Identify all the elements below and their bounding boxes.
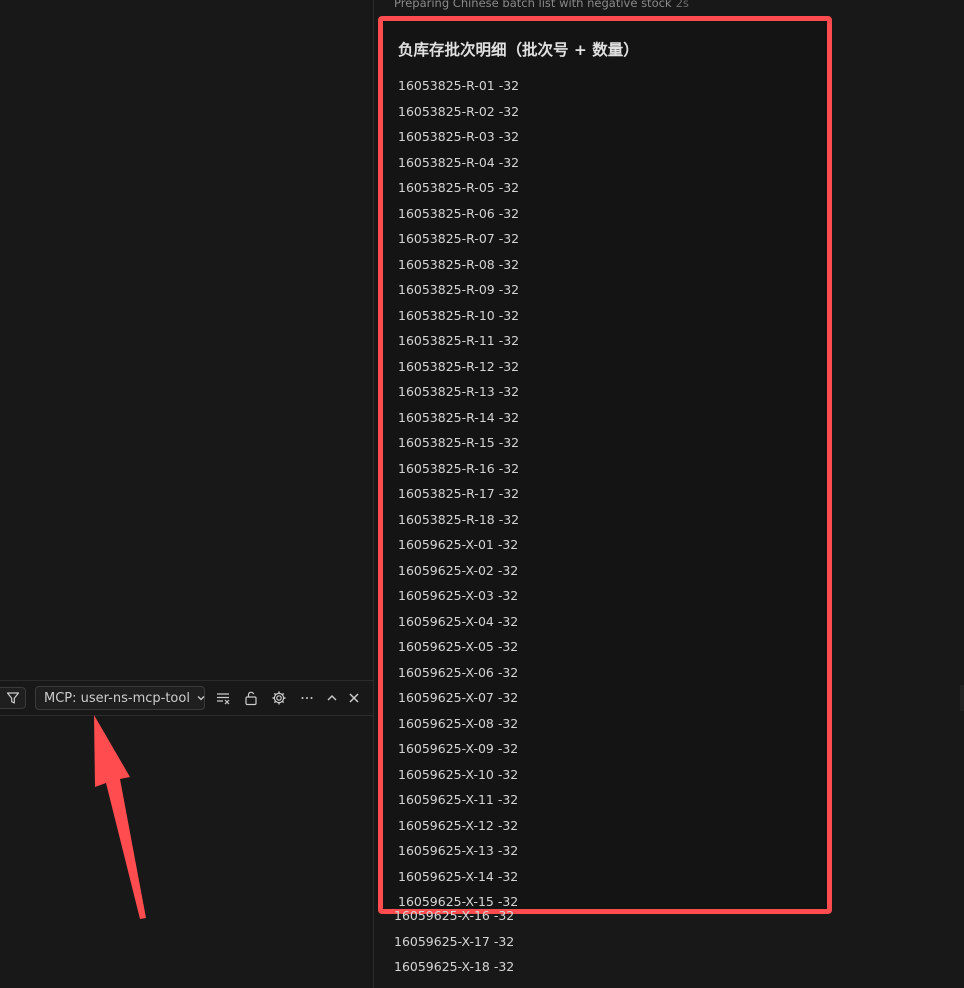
close-icon: [349, 693, 359, 703]
batch-list-item: 16053825-R-03 -32: [398, 129, 520, 144]
settings-button[interactable]: [270, 689, 288, 707]
batch-list-item: 16053825-R-02 -32: [398, 103, 520, 119]
chevron-up-icon: [327, 695, 337, 701]
clear-output-icon: [217, 693, 230, 705]
batch-list-item: 16053825-R-11 -32: [398, 333, 520, 348]
batch-list-item: 16059625-X-01 -32: [398, 537, 519, 552]
clear-output-button[interactable]: [214, 689, 232, 707]
batch-list-title: 负库存批次明细（批次号 + 数量）: [398, 41, 639, 59]
batch-list-item: 16053825-R-05 -32: [398, 180, 520, 195]
batch-list-item: 16059625-X-10 -32: [398, 766, 519, 782]
batch-list-item: 16053825-R-16 -32: [398, 460, 520, 476]
batch-list-item: 16053825-R-10 -32: [398, 307, 520, 323]
batch-list-item: 16053825-R-07 -32: [398, 231, 520, 246]
status-duration: 2s: [675, 0, 689, 10]
lock-scroll-button[interactable]: [242, 689, 260, 707]
batch-list-item: 16053825-R-09 -32: [398, 282, 520, 297]
status-text: Preparing Chinese batch list with negati…: [394, 0, 672, 10]
batch-list-item: 16053825-R-06 -32: [398, 205, 520, 221]
batch-list-item: 16053825-R-12 -32: [398, 358, 520, 374]
batch-list-item: 16059625-X-17 -32: [394, 933, 515, 949]
batch-list-item: 16059625-X-14 -32: [398, 868, 519, 884]
batch-list-continued: 16059625-X-16 -32 16059625-X-17 -32 160596…: [394, 903, 514, 980]
batch-list-item: 16059625-X-16 -32: [394, 908, 515, 923]
batch-list-item: 16053825-R-15 -32: [398, 435, 520, 450]
batch-list-item: 16053825-R-04 -32: [398, 154, 520, 170]
batch-list-item: 16059625-X-11 -32: [398, 792, 519, 807]
batch-list-item: 16053825-R-18 -32: [398, 511, 520, 527]
chat-pane: Preparing Chinese batch list with negati…: [374, 0, 964, 988]
batch-list-item: 16053825-R-14 -32: [398, 409, 520, 425]
chevron-down-icon: [196, 693, 206, 703]
batch-list-item: 16059625-X-13 -32: [398, 843, 519, 858]
batch-list-item: 16059625-X-18 -32: [394, 959, 515, 974]
batch-list-item: 16053825-R-17 -32: [398, 486, 520, 501]
mcp-server-select-label: MCP: user-ns-mcp-tool: [44, 690, 190, 706]
more-icon: [301, 697, 313, 699]
batch-list-item: 16059625-X-03 -32: [398, 588, 519, 603]
batch-list-item: 16059625-X-04 -32: [398, 613, 519, 629]
filter-button[interactable]: [0, 687, 26, 709]
filter-icon: [6, 692, 19, 704]
batch-list-item: 16059625-X-02 -32: [398, 562, 519, 578]
left-pane: MCP: user-ns-mcp-tool: [0, 0, 373, 988]
unlock-icon: [245, 691, 257, 706]
batch-list-item: 16053825-R-08 -32: [398, 256, 520, 272]
more-actions-button[interactable]: [298, 689, 316, 707]
ide-window: MCP: user-ns-mcp-tool Preparing Chinese …: [0, 0, 964, 988]
batch-list-item: 16059625-X-06 -32: [398, 664, 519, 680]
batch-list-item: 16053825-R-01 -32: [398, 78, 520, 93]
highlighted-output-block: 负库存批次明细（批次号 + 数量） 16053825-R-01 -32 16053…: [378, 16, 832, 914]
maximize-panel-button[interactable]: [323, 689, 341, 707]
annotation-arrow: [94, 715, 146, 919]
batch-list-item: 16059625-X-07 -32: [398, 690, 519, 705]
batch-list-item: 16059625-X-09 -32: [398, 741, 519, 756]
output-toolbar: MCP: user-ns-mcp-tool: [0, 680, 373, 716]
batch-list: 16053825-R-01 -32 16053825-R-02 -32 160538…: [398, 73, 519, 915]
batch-list-item: 16059625-X-08 -32: [398, 715, 519, 731]
batch-list-item: 16053825-R-13 -32: [398, 384, 520, 399]
batch-list-item: 16059625-X-05 -32: [398, 639, 519, 654]
agent-status-line: Preparing Chinese batch list with negati…: [394, 0, 689, 10]
gear-icon: [272, 691, 286, 705]
close-panel-button[interactable]: [345, 689, 363, 707]
scrollbar-edge[interactable]: [960, 685, 964, 711]
batch-list-item: 16059625-X-12 -32: [398, 817, 519, 833]
